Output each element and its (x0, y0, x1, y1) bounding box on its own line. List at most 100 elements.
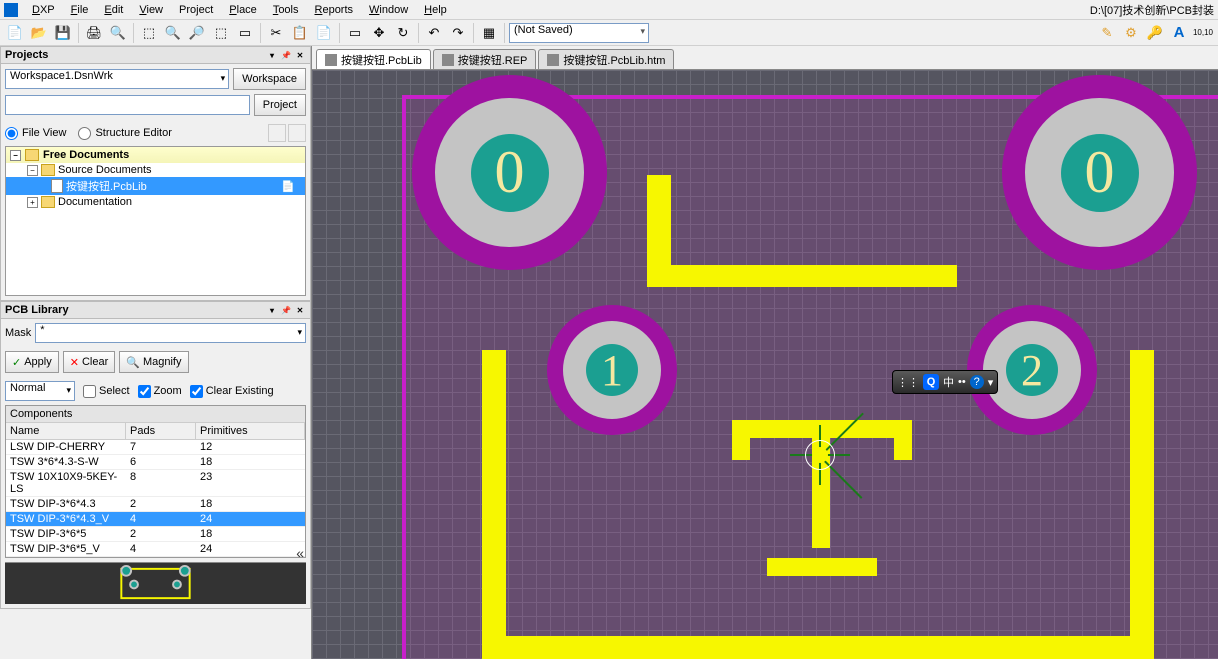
menu-help[interactable]: Help (416, 4, 455, 16)
tree-root[interactable]: Free Documents (43, 149, 129, 161)
paste-icon[interactable]: 📄 (313, 22, 335, 44)
menu-dxp[interactable]: DXP (24, 4, 63, 16)
menu-reports[interactable]: Reports (307, 4, 362, 16)
project-input[interactable] (5, 95, 250, 115)
ime-help-icon[interactable]: ? (970, 375, 984, 389)
document-tab[interactable]: 按键按钮.PcbLib.htm (538, 49, 674, 69)
key-icon[interactable]: 🔑 (1144, 22, 1166, 44)
mask-label: Mask (5, 327, 31, 339)
pad[interactable]: 1 (547, 305, 677, 435)
redo-icon[interactable]: ↷ (447, 22, 469, 44)
tree-file[interactable]: 按键按钮.PcbLib (66, 178, 147, 194)
pin-icon[interactable]: ▾ (266, 304, 278, 316)
autohide-icon[interactable]: 📌 (280, 304, 292, 316)
expand-icon[interactable]: − (27, 165, 38, 176)
projects-header: Projects ▾ 📌 ✕ (0, 46, 311, 64)
pin-icon[interactable]: ▾ (266, 49, 278, 61)
table-row[interactable]: TSW 3*6*4.3-S-W618 (6, 455, 305, 470)
coords-icon[interactable]: 10,10 (1192, 22, 1214, 44)
menu-file[interactable]: File (63, 4, 97, 16)
select-icon[interactable]: ▭ (234, 22, 256, 44)
silk-line (1130, 350, 1154, 659)
ime-logo-icon: Q (923, 374, 939, 390)
open-icon[interactable]: 📂 (28, 22, 50, 44)
structure-editor-radio[interactable]: Structure Editor (78, 127, 171, 140)
col-name[interactable]: Name (6, 423, 126, 439)
cut-icon[interactable]: ✂ (265, 22, 287, 44)
mask-combo[interactable]: * (35, 323, 306, 343)
table-row[interactable]: LSW DIP-CHERRY712 (6, 440, 305, 455)
gear-icon[interactable]: ⚙ (1120, 22, 1142, 44)
tree-opt1-icon[interactable] (268, 124, 286, 142)
preview-icon[interactable]: 🔍 (107, 22, 129, 44)
pad[interactable]: 0 (1002, 75, 1197, 270)
table-row[interactable]: TSW DIP-3*6*5_V424 (6, 542, 305, 557)
tree-folder[interactable]: Documentation (58, 196, 132, 208)
rect-icon[interactable]: ▭ (344, 22, 366, 44)
document-tab[interactable]: 按键按钮.PcbLib (316, 49, 431, 69)
copy-icon[interactable]: 📋 (289, 22, 311, 44)
project-tree[interactable]: −Free Documents −Source Documents 按键按钮.P… (5, 146, 306, 296)
silk-line (647, 265, 957, 287)
project-button[interactable]: Project (254, 94, 306, 116)
pencil-icon[interactable]: ✎ (1096, 22, 1118, 44)
menu-view[interactable]: View (131, 4, 171, 16)
zoom-area-icon[interactable]: ⬚ (138, 22, 160, 44)
rotate-icon[interactable]: ↻ (392, 22, 414, 44)
autohide-icon[interactable]: 📌 (280, 49, 292, 61)
apply-button[interactable]: ✓Apply (5, 351, 59, 373)
ime-lang[interactable]: 中 (943, 374, 954, 390)
zoom-fit-icon[interactable]: 🔍 (162, 22, 184, 44)
text-icon[interactable]: A (1168, 22, 1190, 44)
clear-existing-check[interactable]: Clear Existing (190, 385, 274, 398)
clear-button[interactable]: ✕Clear (63, 351, 116, 373)
workspace-combo[interactable]: Workspace1.DsnWrk (5, 69, 229, 89)
origin-marker (790, 425, 850, 485)
silk-line (894, 420, 912, 460)
table-row[interactable]: TSW DIP-3*6*5218 (6, 527, 305, 542)
menu-tools[interactable]: Tools (265, 4, 307, 16)
save-icon[interactable]: 💾 (52, 22, 74, 44)
new-icon[interactable]: 📄 (4, 22, 26, 44)
select-check[interactable]: Select (83, 385, 130, 398)
components-header: Components (6, 406, 305, 423)
file-view-radio[interactable]: File View (5, 127, 66, 140)
document-tab[interactable]: 按键按钮.REP (433, 49, 537, 69)
normal-combo[interactable]: Normal (5, 381, 75, 401)
menu-window[interactable]: Window (361, 4, 416, 16)
move-icon[interactable]: ✥ (368, 22, 390, 44)
ime-grip-icon[interactable]: ⋮⋮ (897, 376, 919, 389)
menu-project[interactable]: Project (171, 4, 221, 16)
zoom-sel-icon[interactable]: 🔎 (186, 22, 208, 44)
zoom-check[interactable]: Zoom (138, 385, 182, 398)
pad[interactable]: 0 (412, 75, 607, 270)
collapse-icon[interactable]: « (296, 545, 304, 561)
grid-icon[interactable]: ▦ (478, 22, 500, 44)
pcb-canvas[interactable]: 0012 ⋮⋮ Q 中 •• ? ▾ (312, 70, 1218, 659)
magnify-button[interactable]: 🔍Magnify (119, 351, 188, 373)
footprint-preview: « (5, 562, 306, 604)
ime-toolbar[interactable]: ⋮⋮ Q 中 •• ? ▾ (892, 370, 998, 394)
close-panel-icon[interactable]: ✕ (294, 304, 306, 316)
zoom-rect-icon[interactable]: ⬚ (210, 22, 232, 44)
col-pads[interactable]: Pads (126, 423, 196, 439)
tree-folder[interactable]: Source Documents (58, 164, 152, 176)
undo-icon[interactable]: ↶ (423, 22, 445, 44)
table-row[interactable]: TSW DIP-3*6*4.3218 (6, 497, 305, 512)
close-panel-icon[interactable]: ✕ (294, 49, 306, 61)
components-table[interactable]: Components Name Pads Primitives LSW DIP-… (5, 405, 306, 558)
expand-icon[interactable]: − (10, 150, 21, 161)
workspace-button[interactable]: Workspace (233, 68, 306, 90)
table-row[interactable]: TSW DIP-3*6*4.3_V424 (6, 512, 305, 527)
snap-combo[interactable]: (Not Saved) (509, 23, 649, 43)
pcblib-header: PCB Library ▾ 📌 ✕ (0, 301, 311, 319)
tree-opt2-icon[interactable] (288, 124, 306, 142)
table-row[interactable]: TSW 10X10X9-5KEY-LS823 (6, 470, 305, 497)
col-primitives[interactable]: Primitives (196, 423, 305, 439)
menu-edit[interactable]: Edit (96, 4, 131, 16)
app-logo (4, 3, 18, 17)
print-icon[interactable]: 🖨 (83, 22, 105, 44)
menu-place[interactable]: Place (221, 4, 265, 16)
expand-icon[interactable]: + (27, 197, 38, 208)
silk-line (732, 420, 750, 460)
